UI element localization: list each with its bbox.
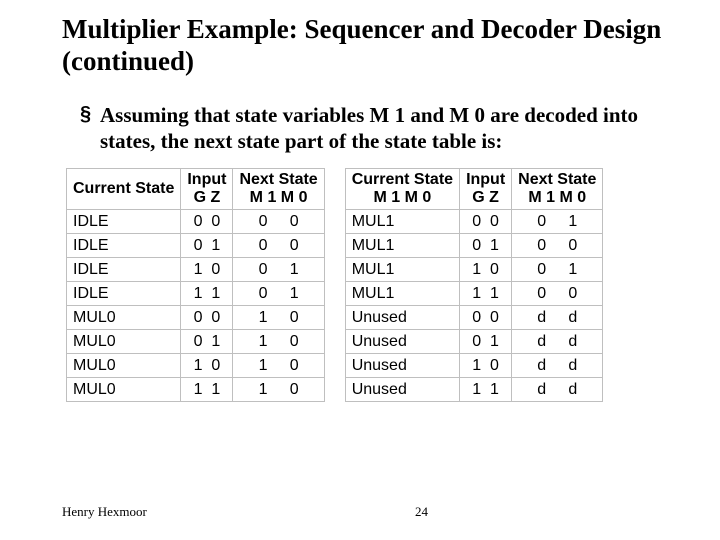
- col-next-state: Next State M 1 M 0: [512, 169, 603, 210]
- bullet-text: Assuming that state variables M 1 and M …: [100, 102, 678, 155]
- table-row: MUL10 10 0: [345, 234, 603, 258]
- cell-next: d d: [512, 378, 603, 402]
- table-row: MUL01 01 0: [67, 354, 325, 378]
- cell-next: 0 1: [233, 282, 324, 306]
- bullet-icon: §: [80, 102, 100, 126]
- bullet-item: § Assuming that state variables M 1 and …: [62, 102, 678, 155]
- cell-state: IDLE: [67, 258, 181, 282]
- cell-next: 0 0: [233, 234, 324, 258]
- cell-state: MUL1: [345, 210, 459, 234]
- cell-input: 0 1: [181, 330, 233, 354]
- table-row: IDLE1 00 1: [67, 258, 325, 282]
- cell-input: 1 1: [181, 282, 233, 306]
- cell-next: 0 1: [512, 258, 603, 282]
- col-input-label: Input: [466, 171, 505, 189]
- cell-state: MUL1: [345, 282, 459, 306]
- cell-next: d d: [512, 330, 603, 354]
- table-row: IDLE0 00 0: [67, 210, 325, 234]
- cell-input: 0 1: [181, 234, 233, 258]
- cell-state: Unused: [345, 354, 459, 378]
- col-current-state: Current State: [67, 169, 181, 210]
- footer-page-number: 24: [415, 504, 678, 520]
- table-row: MUL00 01 0: [67, 306, 325, 330]
- cell-state: MUL1: [345, 258, 459, 282]
- cell-state: IDLE: [67, 210, 181, 234]
- table-row: MUL11 10 0: [345, 282, 603, 306]
- col-input: Input G Z: [181, 169, 233, 210]
- cell-input: 1 1: [460, 378, 512, 402]
- table-row: Unused0 0d d: [345, 306, 603, 330]
- cell-next: 1 0: [233, 306, 324, 330]
- cell-state: MUL0: [67, 330, 181, 354]
- slide: Multiplier Example: Sequencer and Decode…: [0, 0, 720, 540]
- table-row: IDLE0 10 0: [67, 234, 325, 258]
- footer: Henry Hexmoor 24: [62, 504, 678, 520]
- col-current-state-sub: M 1 M 0: [352, 189, 453, 207]
- cell-next: 0 0: [233, 210, 324, 234]
- cell-input: 0 0: [181, 210, 233, 234]
- state-table-right: Current State M 1 M 0 Input G Z Next Sta…: [345, 168, 604, 402]
- col-next-state-label: Next State: [518, 171, 596, 189]
- cell-state: IDLE: [67, 234, 181, 258]
- cell-state: MUL0: [67, 306, 181, 330]
- cell-state: MUL0: [67, 378, 181, 402]
- cell-state: Unused: [345, 330, 459, 354]
- footer-spacer: [147, 504, 415, 520]
- cell-next: 0 1: [512, 210, 603, 234]
- cell-input: 1 0: [181, 354, 233, 378]
- col-next-state-sub: M 1 M 0: [518, 189, 596, 207]
- cell-input: 1 0: [460, 258, 512, 282]
- table-row: Unused0 1d d: [345, 330, 603, 354]
- page-title: Multiplier Example: Sequencer and Decode…: [62, 14, 678, 78]
- cell-input: 0 1: [460, 234, 512, 258]
- table-row: IDLE1 10 1: [67, 282, 325, 306]
- cell-input: 1 1: [181, 378, 233, 402]
- col-current-state: Current State M 1 M 0: [345, 169, 459, 210]
- tables-wrap: Current State Input G Z Next State M 1 M…: [66, 168, 678, 402]
- col-current-state-label: Current State: [352, 171, 453, 189]
- col-input-sub: G Z: [466, 189, 505, 207]
- cell-state: Unused: [345, 378, 459, 402]
- cell-state: Unused: [345, 306, 459, 330]
- cell-input: 0 1: [460, 330, 512, 354]
- cell-input: 0 0: [460, 210, 512, 234]
- cell-next: 1 0: [233, 354, 324, 378]
- cell-state: MUL1: [345, 234, 459, 258]
- table-header-row: Current State M 1 M 0 Input G Z Next Sta…: [345, 169, 603, 210]
- cell-next: d d: [512, 354, 603, 378]
- footer-author: Henry Hexmoor: [62, 504, 147, 520]
- cell-next: 0 0: [512, 282, 603, 306]
- table-row: MUL00 11 0: [67, 330, 325, 354]
- table-row: MUL11 00 1: [345, 258, 603, 282]
- col-next-state: Next State M 1 M 0: [233, 169, 324, 210]
- col-input-sub: G Z: [187, 189, 226, 207]
- state-table-left: Current State Input G Z Next State M 1 M…: [66, 168, 325, 402]
- cell-next: d d: [512, 306, 603, 330]
- cell-input: 1 0: [460, 354, 512, 378]
- cell-next: 0 1: [233, 258, 324, 282]
- table-header-row: Current State Input G Z Next State M 1 M…: [67, 169, 325, 210]
- col-next-state-label: Next State: [239, 171, 317, 189]
- cell-input: 1 0: [181, 258, 233, 282]
- cell-input: 0 0: [181, 306, 233, 330]
- cell-state: IDLE: [67, 282, 181, 306]
- table-row: MUL10 00 1: [345, 210, 603, 234]
- table-row: Unused1 1d d: [345, 378, 603, 402]
- cell-input: 0 0: [460, 306, 512, 330]
- table-row: MUL01 11 0: [67, 378, 325, 402]
- col-input: Input G Z: [460, 169, 512, 210]
- cell-next: 1 0: [233, 330, 324, 354]
- cell-next: 1 0: [233, 378, 324, 402]
- table-row: Unused1 0d d: [345, 354, 603, 378]
- cell-input: 1 1: [460, 282, 512, 306]
- cell-state: MUL0: [67, 354, 181, 378]
- col-input-label: Input: [187, 171, 226, 189]
- col-next-state-sub: M 1 M 0: [239, 189, 317, 207]
- cell-next: 0 0: [512, 234, 603, 258]
